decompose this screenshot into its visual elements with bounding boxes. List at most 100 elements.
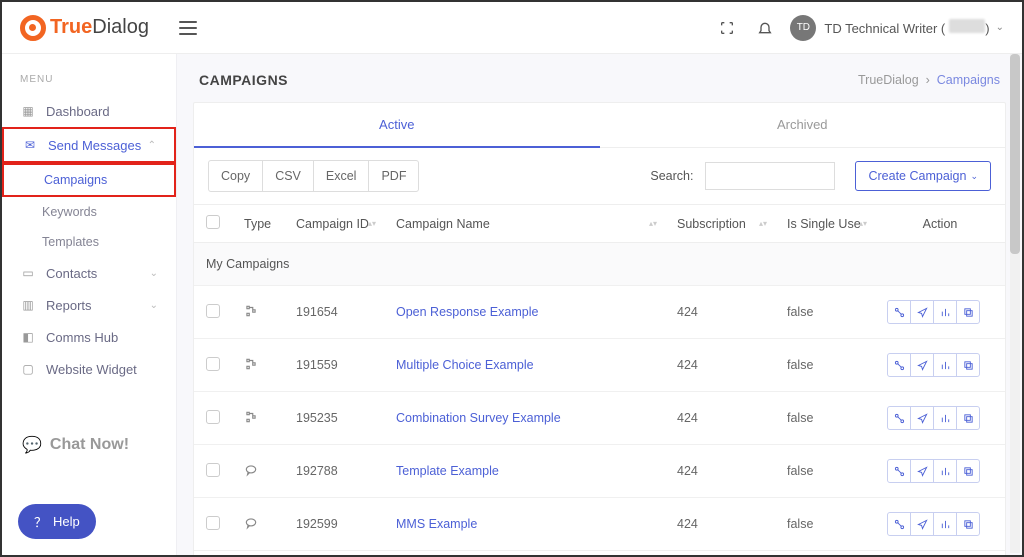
sidebar-item-label: Dashboard — [46, 104, 110, 119]
subscription-value: 424 — [665, 392, 775, 445]
tab-active[interactable]: Active — [194, 103, 600, 148]
chat-now-button[interactable]: 💬 Chat Now! — [2, 425, 176, 465]
campaign-id: 195235 — [284, 392, 384, 445]
single-use-value: false — [775, 498, 875, 551]
sort-icon: ▴▾ — [759, 221, 767, 227]
campaign-type-icon — [244, 305, 258, 321]
stats-action-icon[interactable] — [933, 353, 957, 377]
subscription-value: 424 — [665, 339, 775, 392]
edit-action-icon[interactable] — [887, 406, 911, 430]
edit-action-icon[interactable] — [887, 300, 911, 324]
campaign-type-icon — [244, 517, 258, 533]
export-excel-button[interactable]: Excel — [313, 160, 370, 192]
fullscreen-icon[interactable] — [712, 13, 742, 43]
export-pdf-button[interactable]: PDF — [368, 160, 419, 192]
export-csv-button[interactable]: CSV — [262, 160, 314, 192]
user-name[interactable]: TD Technical Writer () — [824, 19, 989, 36]
row-checkbox[interactable] — [206, 410, 220, 424]
notifications-icon[interactable] — [750, 13, 780, 43]
table-row: 191559Multiple Choice Example424false — [194, 339, 1005, 392]
send-action-icon[interactable] — [910, 353, 934, 377]
campaign-id: 192084 — [284, 551, 384, 556]
account-id-blurred — [949, 19, 985, 33]
copy-action-icon[interactable] — [956, 406, 980, 430]
contacts-icon: ▭ — [20, 265, 36, 281]
send-action-icon[interactable] — [910, 512, 934, 536]
edit-action-icon[interactable] — [887, 459, 911, 483]
chevron-up-icon: ⌃ — [148, 140, 156, 151]
column-subscription[interactable]: Subscription▴▾ — [665, 205, 775, 243]
send-action-icon[interactable] — [910, 406, 934, 430]
sidebar-item-website-widget[interactable]: ▢ Website Widget — [2, 353, 176, 385]
sidebar-item-label: Keywords — [42, 205, 97, 219]
column-type[interactable]: Type — [232, 205, 284, 243]
stats-action-icon[interactable] — [933, 459, 957, 483]
row-checkbox[interactable] — [206, 463, 220, 477]
column-id[interactable]: Campaign ID▴▾ — [284, 205, 384, 243]
campaign-name-link[interactable]: Multiple Choice Example — [396, 358, 534, 372]
sidebar-item-keywords[interactable]: Keywords — [2, 197, 176, 227]
campaign-name-link[interactable]: MMS Example — [396, 517, 477, 531]
single-use-value: false — [775, 286, 875, 339]
sidebar-item-label: Comms Hub — [46, 330, 118, 345]
table-row: 195235Combination Survey Example424false — [194, 392, 1005, 445]
single-use-value: false — [775, 551, 875, 556]
sidebar-item-label: Templates — [42, 235, 99, 249]
select-all-checkbox[interactable] — [206, 215, 220, 229]
campaign-type-icon — [244, 464, 258, 480]
stats-action-icon[interactable] — [933, 300, 957, 324]
send-action-icon[interactable] — [910, 459, 934, 483]
copy-action-icon[interactable] — [956, 459, 980, 483]
column-name[interactable]: Campaign Name▴▾ — [384, 205, 665, 243]
sort-icon: ▴▾ — [649, 221, 657, 227]
subscription-value: 424 — [665, 551, 775, 556]
row-checkbox[interactable] — [206, 516, 220, 530]
sidebar-item-campaigns[interactable]: Campaigns — [2, 163, 176, 197]
row-checkbox[interactable] — [206, 304, 220, 318]
sidebar-item-send-messages[interactable]: ✉ Send Messages ⌃ — [2, 127, 176, 163]
campaign-name-link[interactable]: Template Example — [396, 464, 499, 478]
search-input[interactable] — [705, 162, 835, 190]
sidebar-item-reports[interactable]: ▥ Reports ⌄ — [2, 289, 176, 321]
user-menu-caret-icon[interactable]: ⌄ — [996, 22, 1004, 33]
table-row: 191654Open Response Example424false — [194, 286, 1005, 339]
user-avatar[interactable]: TD — [790, 15, 816, 41]
help-icon: ？ — [34, 512, 47, 531]
group-header: My Campaigns — [194, 243, 1005, 286]
sidebar-item-label: Send Messages — [48, 138, 141, 153]
export-copy-button[interactable]: Copy — [208, 160, 263, 192]
campaign-name-link[interactable]: Combination Survey Example — [396, 411, 561, 425]
search-label: Search: — [650, 169, 693, 183]
sidebar-item-contacts[interactable]: ▭ Contacts ⌄ — [2, 257, 176, 289]
stats-action-icon[interactable] — [933, 512, 957, 536]
copy-action-icon[interactable] — [956, 300, 980, 324]
app-logo[interactable]: TrueDialog — [20, 15, 149, 41]
single-use-value: false — [775, 445, 875, 498]
row-checkbox[interactable] — [206, 357, 220, 371]
menu-section-label: MENU — [2, 68, 176, 95]
tab-archived[interactable]: Archived — [600, 103, 1006, 148]
copy-action-icon[interactable] — [956, 512, 980, 536]
create-campaign-button[interactable]: Create Campaign⌄ — [855, 161, 991, 191]
logo-text: TrueDialog — [50, 16, 149, 39]
column-action: Action — [875, 205, 1005, 243]
menu-toggle-button[interactable] — [179, 21, 197, 35]
table-row: 192788Template Example424false — [194, 445, 1005, 498]
table-row: 192084Coupon Example424false — [194, 551, 1005, 556]
edit-action-icon[interactable] — [887, 353, 911, 377]
campaign-type-icon — [244, 358, 258, 374]
sidebar-item-comms-hub[interactable]: ◧ Comms Hub — [2, 321, 176, 353]
sidebar-item-templates[interactable]: Templates — [2, 227, 176, 257]
column-single-use[interactable]: Is Single Use▴▾ — [775, 205, 875, 243]
stats-action-icon[interactable] — [933, 406, 957, 430]
edit-action-icon[interactable] — [887, 512, 911, 536]
sort-icon: ▴▾ — [859, 221, 867, 227]
campaign-type-icon — [244, 411, 258, 427]
sidebar-item-dashboard[interactable]: ▦ Dashboard — [2, 95, 176, 127]
scrollbar-thumb[interactable] — [1010, 54, 1020, 254]
campaign-name-link[interactable]: Open Response Example — [396, 305, 538, 319]
breadcrumb: TrueDialog › Campaigns — [858, 73, 1000, 87]
send-action-icon[interactable] — [910, 300, 934, 324]
help-button[interactable]: ？Help — [18, 504, 96, 539]
copy-action-icon[interactable] — [956, 353, 980, 377]
